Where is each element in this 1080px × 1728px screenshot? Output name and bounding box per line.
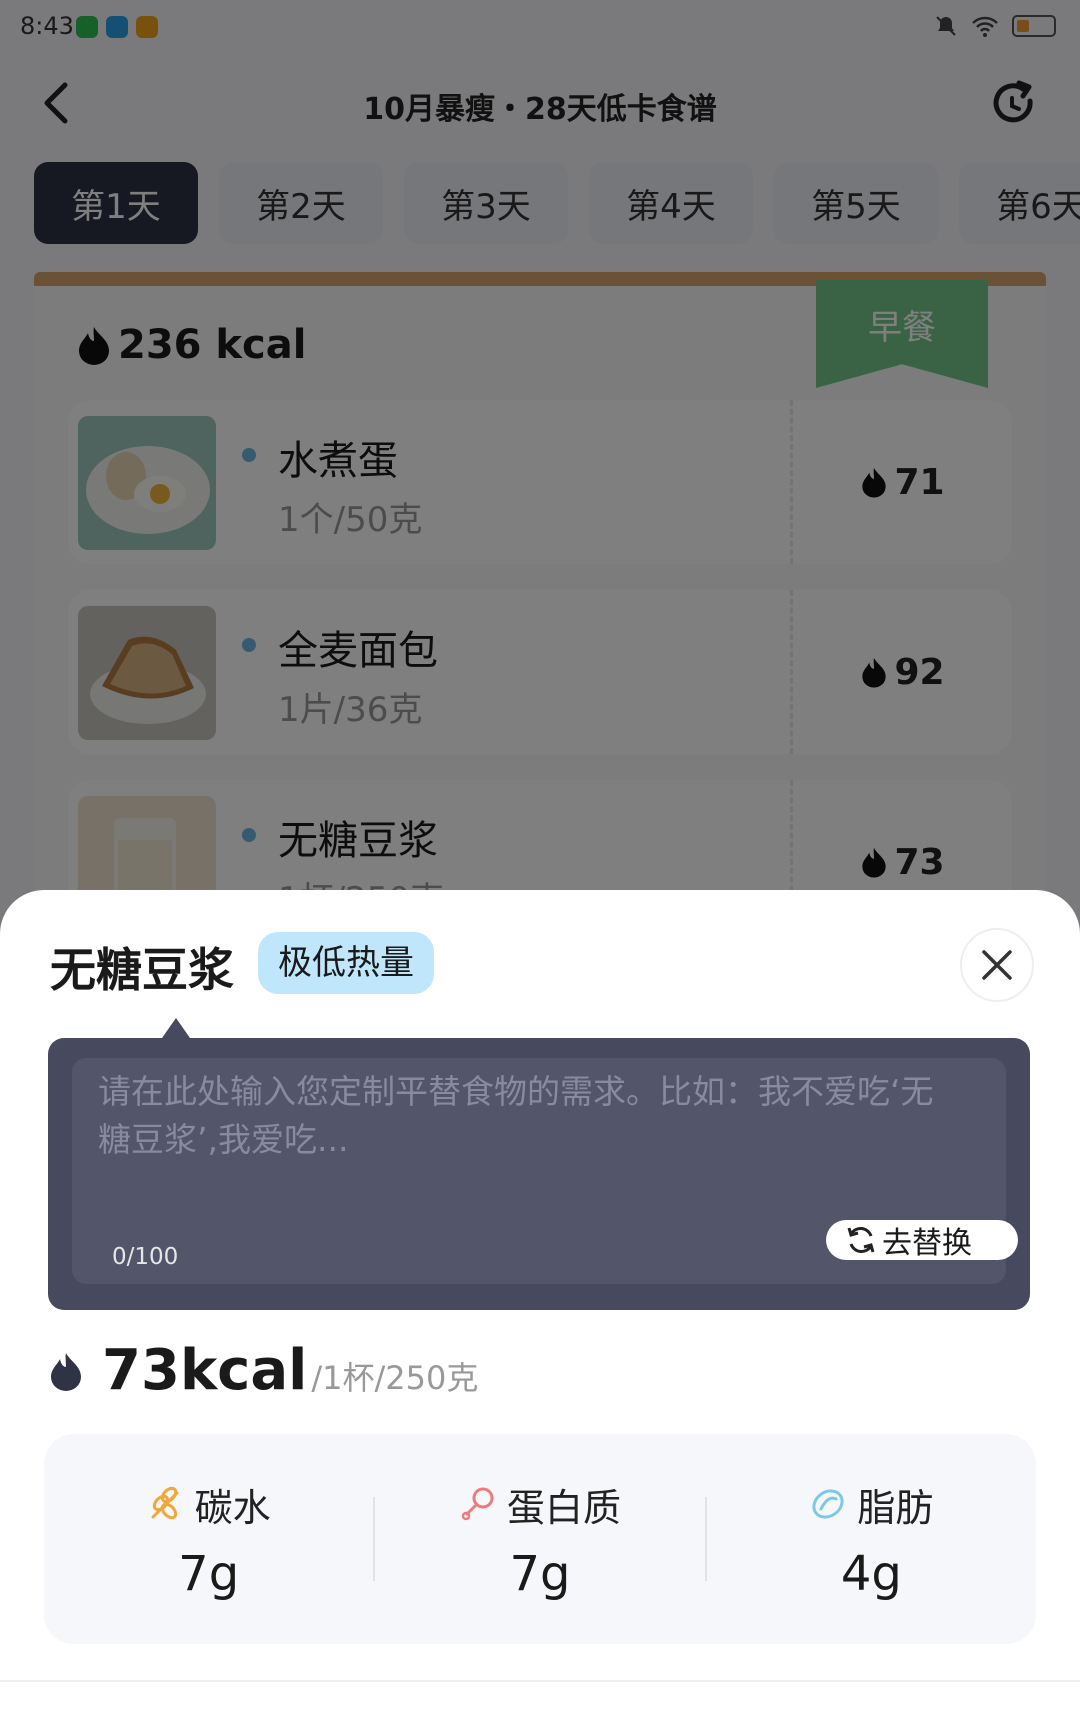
close-button[interactable] (960, 928, 1034, 1002)
replace-button-label: 去替换 (882, 1226, 972, 1260)
food-detail-sheet: 无糖豆浆 极低热量 0/100 去替换 73 kcal /1杯/250克 (0, 890, 1080, 1728)
nutrient-value: 4g (840, 1545, 902, 1602)
calorie-level-badge: 极低热量 (258, 932, 434, 994)
nutrient-value: 7g (178, 1545, 240, 1602)
nutrient-value: 7g (509, 1545, 571, 1602)
food-calories: 73 kcal /1杯/250克 (48, 1338, 478, 1403)
replace-request-panel: 0/100 去替换 (48, 1038, 1030, 1310)
swap-icon (847, 1227, 875, 1253)
nutrition-card: 碳水 7g 蛋白质 7g 脂肪 4g (44, 1434, 1036, 1644)
bubble-pointer (162, 1018, 190, 1038)
flame-icon (51, 1352, 81, 1391)
char-counter: 0/100 (112, 1244, 179, 1270)
replace-button[interactable]: 去替换 (826, 1220, 1018, 1260)
divider (0, 1680, 1080, 1682)
kcal-unit: kcal (179, 1338, 308, 1403)
drumstick-icon (461, 1487, 494, 1521)
close-icon (982, 950, 1012, 980)
nutrient-name: 蛋白质 (506, 1485, 621, 1530)
nutrient-carbs: 碳水 7g (44, 1477, 373, 1602)
wheat-icon (151, 1486, 179, 1520)
kcal-value: 73 (102, 1338, 180, 1403)
nutrient-name: 碳水 (194, 1485, 271, 1530)
fat-icon (812, 1489, 844, 1519)
nutrient-fat: 脂肪 4g (707, 1477, 1036, 1602)
replace-request-input[interactable] (98, 1068, 958, 1208)
nutrient-name: 脂肪 (857, 1485, 934, 1530)
nutrient-protein: 蛋白质 7g (375, 1477, 704, 1602)
sheet-title: 无糖豆浆 (50, 943, 234, 997)
kcal-portion: /1杯/250克 (311, 1359, 479, 1397)
